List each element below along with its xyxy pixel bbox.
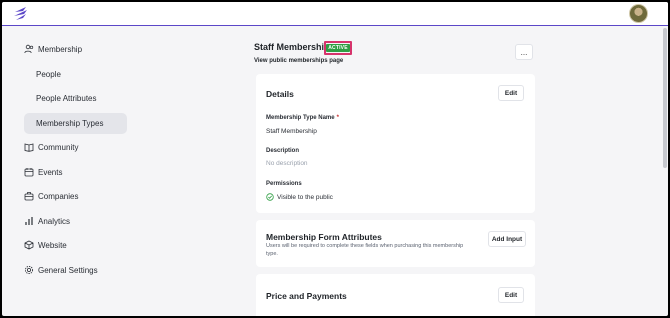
details-title: Details — [266, 89, 294, 99]
sidebar-item-label: Community — [38, 142, 79, 152]
app-logo-icon[interactable] — [12, 5, 30, 23]
bar-chart-icon — [24, 216, 34, 226]
membership-type-name-label: Membership Type Name * — [266, 115, 339, 121]
sidebar-item-membership[interactable]: Membership — [24, 39, 82, 59]
sidebar-item-general-settings[interactable]: General Settings — [24, 260, 98, 280]
top-bar — [2, 2, 668, 26]
price-payments-card: Price and Payments Edit — [256, 274, 535, 316]
sidebar-subitem-label: People Attributes — [36, 93, 97, 103]
app-window: Membership People People Attributes Memb… — [2, 2, 668, 316]
more-options-button[interactable]: ... — [515, 44, 533, 60]
description-label: Description — [266, 148, 300, 154]
cube-icon — [24, 240, 34, 250]
sidebar-subitem-people[interactable]: People — [36, 64, 61, 84]
sidebar-item-label: Website — [38, 240, 67, 250]
sidebar-item-label: Events — [38, 167, 63, 177]
sidebar-item-analytics[interactable]: Analytics — [24, 211, 70, 231]
membership-type-name-value: Staff Membership — [266, 128, 317, 135]
form-attributes-title: Membership Form Attributes — [266, 232, 382, 242]
status-badge: ACTIVE — [326, 44, 350, 52]
calendar-icon — [24, 167, 34, 177]
sidebar-item-label: General Settings — [38, 265, 98, 275]
sidebar-item-label: Analytics — [38, 216, 71, 226]
sidebar-item-website[interactable]: Website — [24, 235, 67, 255]
permissions-text: Visible to the public — [277, 193, 333, 201]
gear-icon — [24, 265, 34, 275]
book-icon — [24, 142, 34, 152]
price-payments-title: Price and Payments — [266, 291, 347, 301]
briefcase-icon — [24, 191, 34, 201]
form-attributes-description: Users will be required to complete these… — [266, 243, 464, 257]
permissions-label: Permissions — [266, 181, 302, 187]
sidebar-subitem-label: Membership Types — [36, 119, 104, 128]
sidebar-item-label: Companies — [38, 191, 79, 201]
users-icon — [24, 44, 34, 54]
price-edit-button[interactable]: Edit — [498, 287, 524, 303]
sidebar: Membership People People Attributes Memb… — [2, 28, 137, 316]
sidebar-subitem-label: People — [36, 69, 61, 79]
label-text: Membership Type Name — [266, 115, 335, 121]
sidebar-item-events[interactable]: Events — [24, 162, 62, 182]
description-value: No description — [266, 160, 308, 167]
sidebar-subitem-membership-types[interactable]: Membership Types — [24, 113, 127, 134]
scrollbar[interactable] — [663, 28, 667, 168]
required-mark: * — [336, 115, 339, 121]
form-attributes-card: Membership Form Attributes Users will be… — [256, 220, 535, 267]
view-public-memberships-link[interactable]: View public memberships page — [254, 58, 343, 64]
page-title: Staff Membership — [254, 42, 330, 52]
sidebar-item-community[interactable]: Community — [24, 137, 78, 157]
sidebar-item-label: Membership — [38, 44, 83, 54]
permissions-value: Visible to the public — [266, 193, 333, 201]
status-badge-highlight: ACTIVE — [324, 41, 352, 55]
check-circle-icon — [266, 193, 274, 201]
details-card: Details Edit Membership Type Name * Staff… — [256, 74, 535, 213]
sidebar-item-companies[interactable]: Companies — [24, 186, 78, 206]
sidebar-subitem-people-attributes[interactable]: People Attributes — [36, 88, 96, 108]
details-edit-button[interactable]: Edit — [498, 85, 524, 101]
add-input-button[interactable]: Add Input — [488, 231, 526, 247]
user-avatar[interactable] — [629, 4, 648, 23]
